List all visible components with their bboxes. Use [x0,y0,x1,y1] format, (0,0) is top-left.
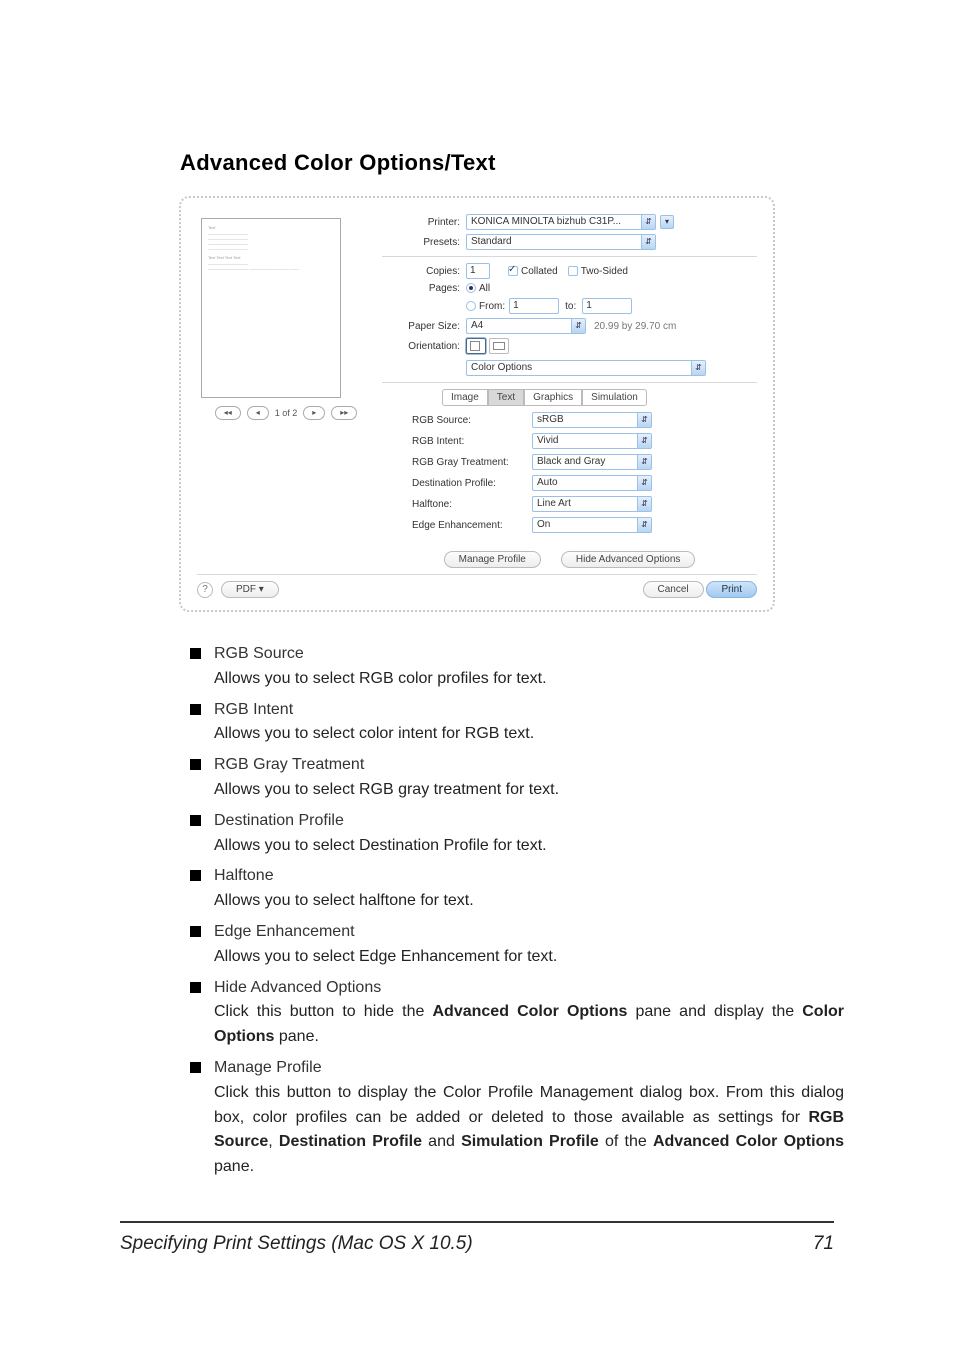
pages-all-radio[interactable] [466,283,476,293]
orientation-label: Orientation: [382,341,460,352]
pager-next[interactable]: ▸ [303,406,325,420]
opt-rgb-intent-select[interactable]: Vivid⇵ [532,433,652,449]
pager: ◂◂ ◂ 1 of 2 ▸ ▸▸ [201,406,371,420]
chevron-down-icon: ⇵ [641,215,655,229]
presets-label: Presets: [382,237,460,248]
pdf-button[interactable]: PDF ▾ [221,581,279,598]
section-select[interactable]: Color Options ⇵ [466,360,706,376]
opt-rgb-source-label: RGB Source: [412,415,532,426]
list-item: Destination ProfileAllows you to select … [190,809,844,859]
help-icon[interactable]: ? [197,582,213,598]
tab-graphics[interactable]: Graphics [524,389,582,406]
pager-prev[interactable]: ◂ [247,406,269,420]
chevron-down-icon: ⇵ [641,235,655,249]
list-item: RGB SourceAllows you to select RGB color… [190,642,844,692]
chevron-down-icon: ⇵ [571,319,585,333]
dialog-footer: ? PDF ▾ Cancel Print [197,574,757,598]
preview-page: Text____________________________________… [201,218,341,398]
hide-advanced-button[interactable]: Hide Advanced Options [561,551,696,568]
orientation-portrait[interactable] [466,338,486,354]
list-item: Manage ProfileClick this button to displ… [190,1056,844,1180]
page: Advanced Color Options/Text Text________… [0,0,954,1350]
tab-text[interactable]: Text [488,389,524,406]
pages-from-label: From: [479,301,505,312]
printer-label: Printer: [382,217,460,228]
chevron-down-icon: ⇵ [637,455,651,469]
presets-value: Standard [471,236,512,247]
twosided-checkbox[interactable] [568,266,578,276]
opt-dest-profile-select[interactable]: Auto⇵ [532,475,652,491]
print-dialog: Text____________________________________… [179,196,775,612]
manage-profile-button[interactable]: Manage Profile [444,551,541,568]
preview-pane: Text____________________________________… [201,218,371,420]
opt-rgb-source-select[interactable]: sRGB⇵ [532,412,652,428]
pager-last[interactable]: ▸▸ [331,406,357,420]
list-item: Edge EnhancementAllows you to select Edg… [190,920,844,970]
opt-rgb-gray-select[interactable]: Black and Gray⇵ [532,454,652,470]
chevron-down-icon: ⇵ [637,518,651,532]
print-button[interactable]: Print [706,581,757,598]
opt-rgb-intent-label: RGB Intent: [412,436,532,447]
pager-first[interactable]: ◂◂ [215,406,241,420]
cancel-button[interactable]: Cancel [643,581,704,598]
copies-input[interactable]: 1 [466,263,490,279]
chevron-down-icon: ⇵ [637,497,651,511]
tab-image[interactable]: Image [442,389,488,406]
dialog-right: Printer: KONICA MINOLTA bizhub C31P...⇵ … [382,214,757,568]
printer-value: KONICA MINOLTA bizhub C31P... [471,216,621,227]
preview-tiny: Text____________________________________… [208,225,334,270]
chevron-down-icon: ⇵ [691,361,705,375]
collated-label: Collated [521,266,558,277]
page-title: Advanced Color Options/Text [180,150,844,176]
paper-dim: 20.99 by 29.70 cm [594,321,676,332]
pager-label: 1 of 2 [275,408,298,418]
paper-label: Paper Size: [382,321,460,332]
chevron-down-icon: ⇵ [637,413,651,427]
twosided-label: Two-Sided [581,266,628,277]
section-value: Color Options [471,362,532,373]
pages-range-radio[interactable] [466,301,476,311]
opt-rgb-gray-label: RGB Gray Treatment: [412,457,532,468]
paper-value: A4 [471,320,483,331]
portrait-icon [470,341,480,351]
content-list: RGB SourceAllows you to select RGB color… [190,642,844,1180]
list-item: RGB Gray TreatmentAllows you to select R… [190,753,844,803]
collated-checkbox[interactable] [508,266,518,276]
pages-label: Pages: [382,283,460,294]
printer-info-button[interactable]: ▾ [660,215,674,229]
page-footer: Specifying Print Settings (Mac OS X 10.5… [120,1221,834,1255]
presets-select[interactable]: Standard ⇵ [466,234,656,250]
tab-simulation[interactable]: Simulation [582,389,647,406]
pages-all-label: All [479,283,490,294]
printer-select[interactable]: KONICA MINOLTA bizhub C31P... ⇵ [466,214,656,230]
tabs: Image Text Graphics Simulation [442,389,757,406]
opt-edge-enh-label: Edge Enhancement: [412,520,532,531]
list-item: RGB IntentAllows you to select color int… [190,698,844,748]
landscape-icon [493,342,505,350]
footer-left: Specifying Print Settings (Mac OS X 10.5… [120,1233,473,1255]
list-item: Hide Advanced OptionsClick this button t… [190,976,844,1050]
chevron-down-icon: ⇵ [637,434,651,448]
opt-dest-profile-label: Destination Profile: [412,478,532,489]
opt-edge-enh-select[interactable]: On⇵ [532,517,652,533]
paper-select[interactable]: A4 ⇵ [466,318,586,334]
orientation-landscape[interactable] [489,338,509,354]
opt-halftone-label: Halftone: [412,499,532,510]
chevron-down-icon: ⇵ [637,476,651,490]
opt-halftone-select[interactable]: Line Art⇵ [532,496,652,512]
pages-to-label: to: [565,301,576,312]
copies-label: Copies: [382,266,460,277]
list-item: HalftoneAllows you to select halftone fo… [190,864,844,914]
footer-page-number: 71 [813,1233,834,1255]
pages-to-input[interactable]: 1 [582,298,632,314]
pages-from-input[interactable]: 1 [509,298,559,314]
